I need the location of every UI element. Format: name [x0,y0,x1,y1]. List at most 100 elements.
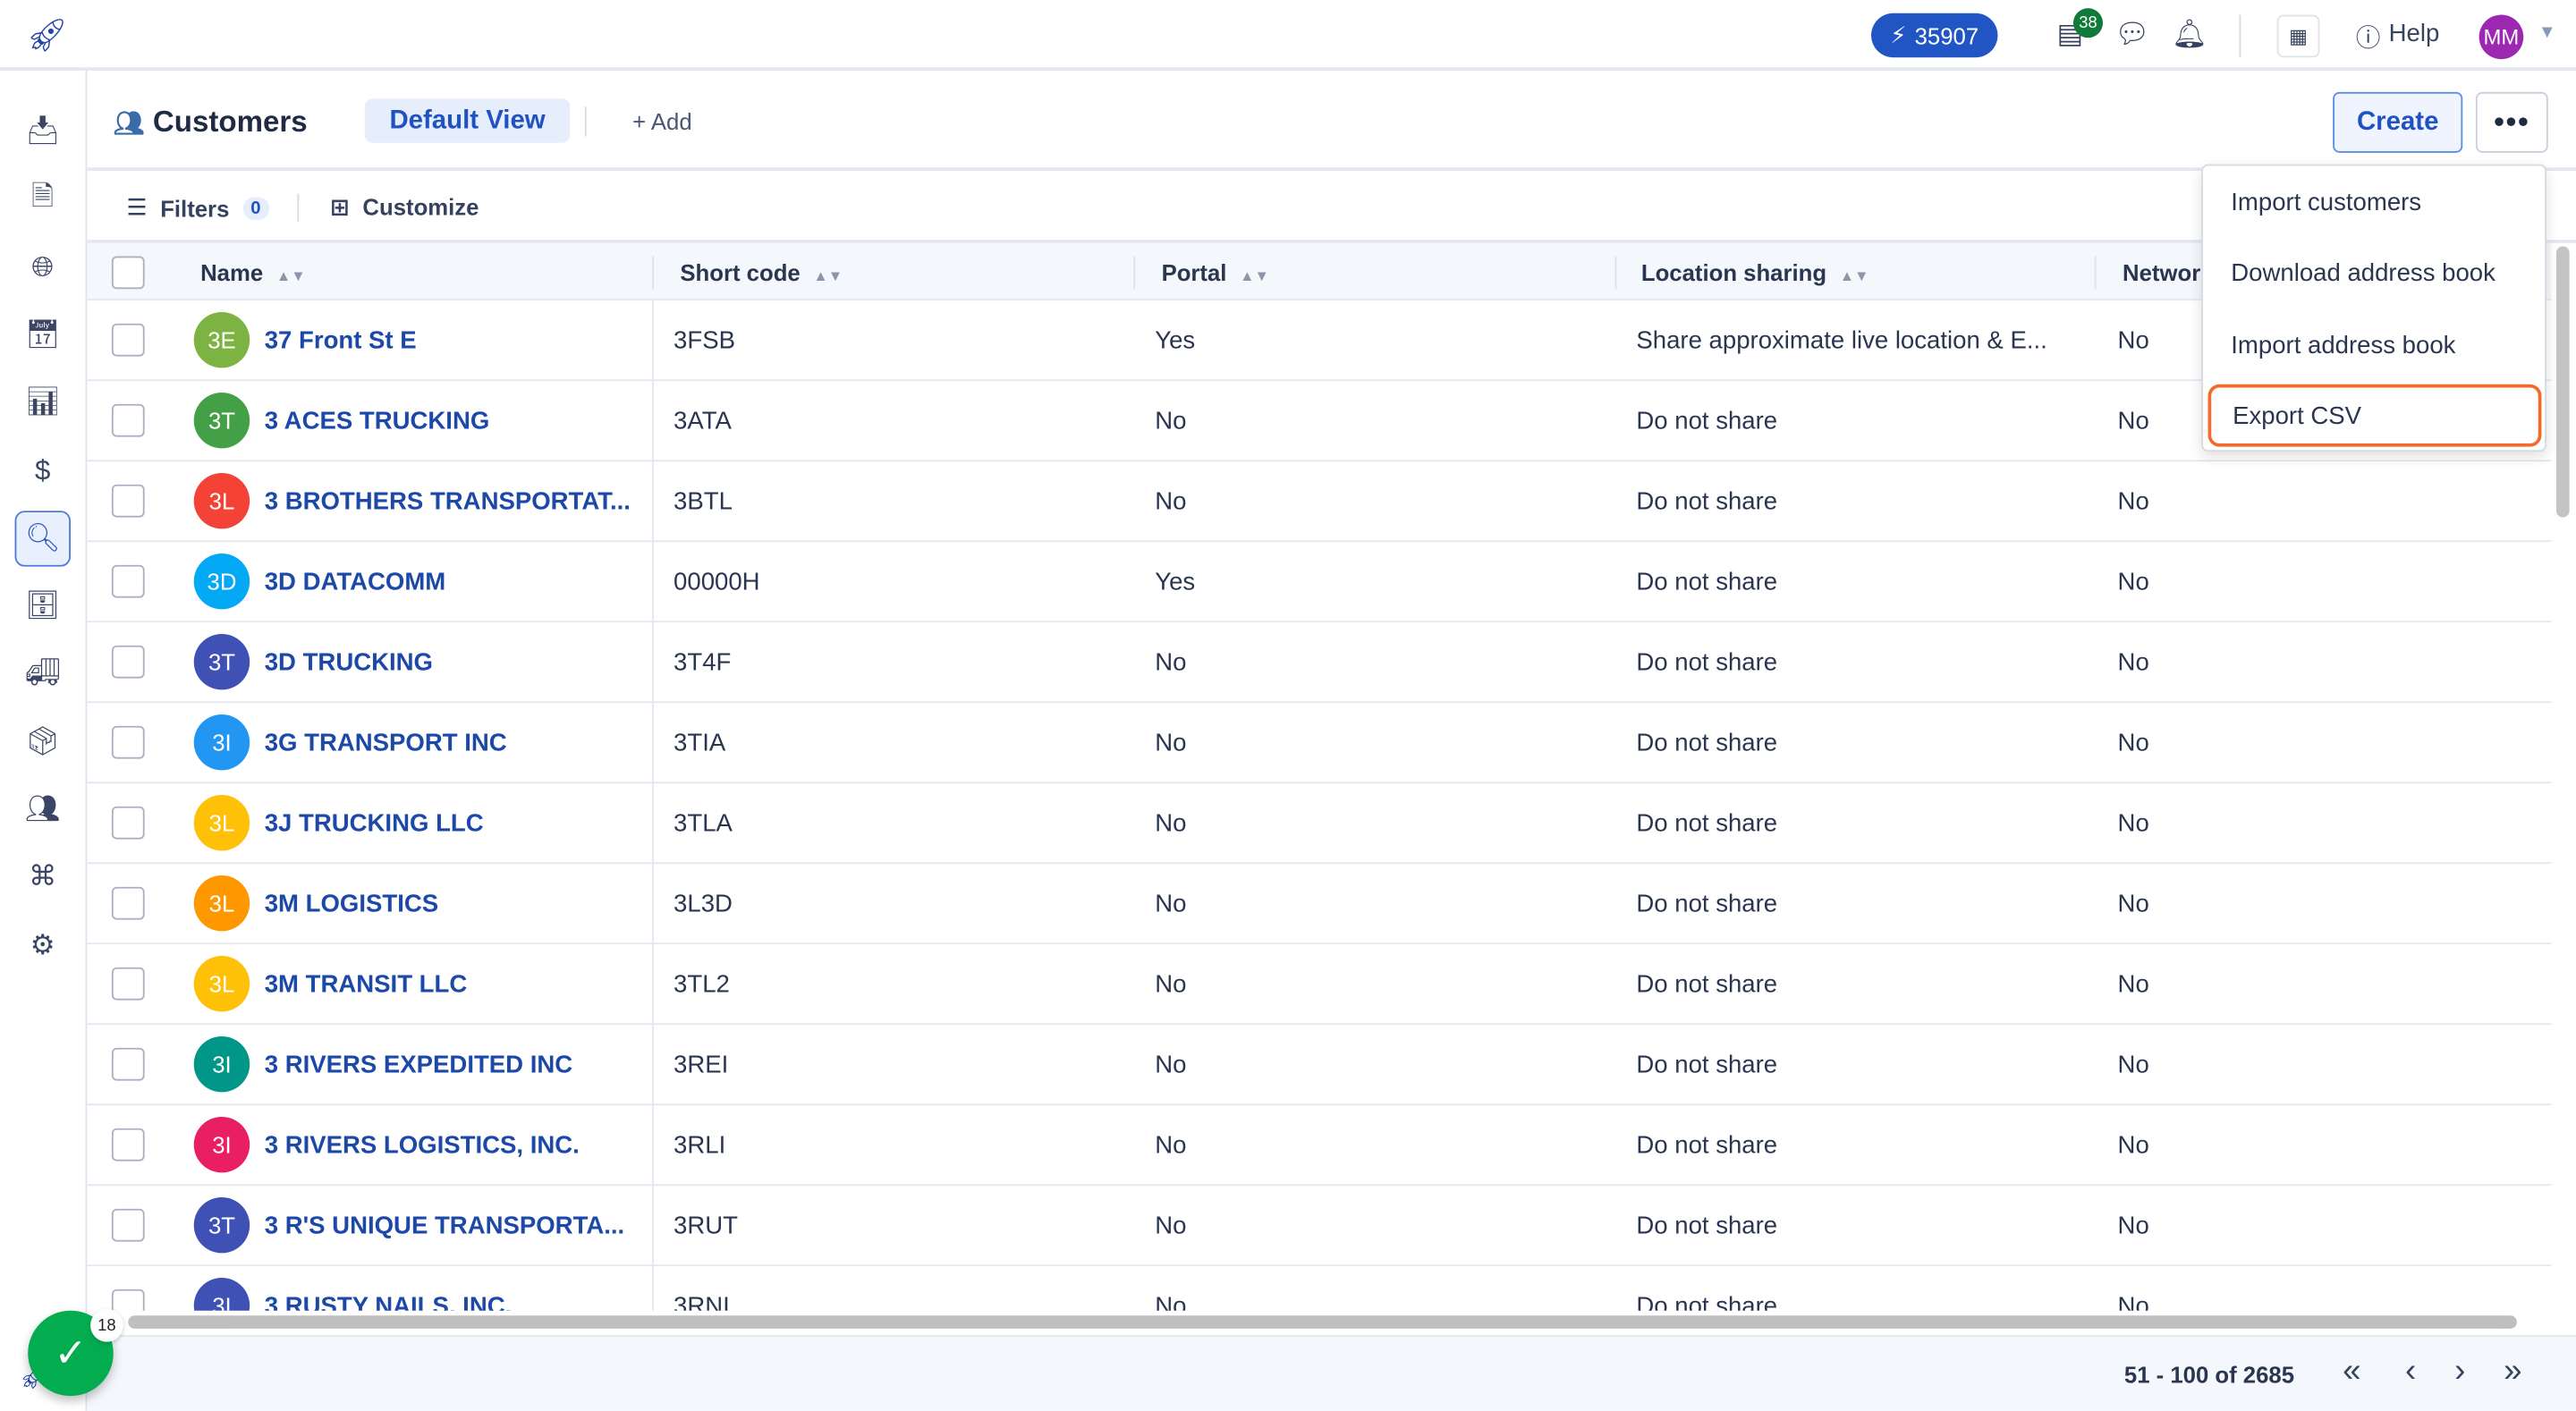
chat-icon[interactable]: 💬︎ [2114,18,2150,51]
sort-icon[interactable]: ▲▼ [813,267,843,283]
chevron-down-icon[interactable]: ▼ [2538,23,2556,43]
document-icon[interactable]: 🗎 [21,178,64,221]
customer-name-link[interactable]: 3 RIVERS EXPEDITED INC [265,1052,572,1079]
row-checkbox[interactable] [111,645,145,679]
customer-name-link[interactable]: 3D TRUCKING [265,649,433,677]
customer-avatar: 3T [193,1196,250,1254]
sidebar: 📥︎ 🗎 🌐︎ 📅︎ 📊︎ $ 🔍︎ 🗄︎ 🚚︎ 📦︎ 👥︎ ⌘ ⚙ [0,70,88,1411]
select-all-checkbox[interactable] [111,256,145,290]
customer-name-link[interactable]: 3 ACES TRUCKING [265,408,490,435]
settings-icon[interactable]: ⚙ [21,924,64,967]
row-checkbox[interactable] [111,1047,145,1081]
points-badge[interactable]: ⚡ 35907 [1871,13,1998,58]
customer-name-link[interactable]: 3J TRUCKING LLC [265,810,484,838]
customer-name-link[interactable]: 3 BROTHERS TRANSPORTAT... [265,488,631,516]
table-row[interactable]: 3E 37 Front St E 3FSB Yes Share approximate … [87,300,2552,382]
customer-name-link[interactable]: 3 R'S UNIQUE TRANSPORTA... [265,1212,625,1240]
network-cell: No [2117,568,2149,596]
column-header-portal[interactable]: Portal ▲▼ [1162,259,1269,285]
people-icon[interactable]: 👥︎ [21,789,64,832]
table-row[interactable]: 3I 3 RIVERS LOGISTICS, INC. 3RLI No Do not s… [87,1105,2552,1187]
last-page-icon[interactable]: » [2504,1353,2521,1390]
sort-icon[interactable]: ▲▼ [1240,267,1269,283]
table-row[interactable]: 3I 3 RUSTY NAILS, INC. 3RNI No Do not share N… [87,1266,2551,1311]
column-divider[interactable] [1614,256,1617,290]
row-checkbox[interactable] [111,564,145,598]
bell-icon[interactable]: 🔔︎ [2172,18,2207,51]
globe-icon[interactable]: 🌐︎ [21,246,64,289]
filters-button[interactable]: ☰ Filters 0 [126,194,269,222]
more-options-button[interactable]: ••• [2475,91,2548,153]
vertical-scrollbar[interactable] [2555,246,2570,518]
column-divider[interactable] [652,256,655,290]
row-checkbox[interactable] [111,967,145,1001]
apps-grid-icon[interactable]: ▦ [2276,14,2320,58]
column-divider[interactable] [2094,256,2097,290]
menu-item-download-address-book[interactable]: Download address book [2231,259,2496,287]
table-row[interactable]: 3I 3G TRANSPORT INC 3TIA No Do not share No [87,703,2552,784]
table-row[interactable]: 3L 3M LOGISTICS 3L3D No Do not share No [87,864,2552,945]
network-icon[interactable]: ⌘ [21,856,64,899]
row-checkbox[interactable] [111,403,145,437]
short-code-cell: 3L3D [674,890,733,918]
column-divider[interactable] [1133,256,1136,290]
customer-name-link[interactable]: 3G TRANSPORT INC [265,730,507,757]
menu-item-import-customers[interactable]: Import customers [2231,189,2421,216]
short-code-cell: 3T4F [674,648,732,677]
first-page-icon[interactable]: « [2343,1353,2360,1390]
customer-name-link[interactable]: 3 RIVERS LOGISTICS, INC. [265,1132,580,1160]
table-body: 3E 37 Front St E 3FSB Yes Share approximate … [87,300,2552,1311]
table-row[interactable]: 3I 3 RIVERS EXPEDITED INC 3REI No Do not sha… [87,1025,2552,1106]
column-header-network[interactable]: Networ [2123,259,2200,285]
chart-icon[interactable]: 📊︎ [21,381,64,424]
table-row[interactable]: 3T 3D TRUCKING 3T4F No Do not share No [87,622,2552,704]
tab-default-view[interactable]: Default View [364,98,571,143]
row-checkbox[interactable] [111,484,145,518]
row-checkbox[interactable] [111,1128,145,1162]
calendar-icon[interactable]: 📅︎ [21,314,64,357]
menu-item-export-csv[interactable]: Export CSV [2207,384,2542,447]
avatar[interactable]: MM [2479,14,2524,60]
sort-icon[interactable]: ▲▼ [276,267,306,283]
customer-avatar: 3L [193,472,250,529]
add-view-button[interactable]: + Add [632,108,691,134]
customer-name-link[interactable]: 3D DATACOMM [265,569,446,596]
column-header-name[interactable]: Name ▲▼ [200,259,305,285]
dollar-icon[interactable]: $ [21,449,64,492]
row-checkbox[interactable] [111,1208,145,1242]
menu-item-import-address-book[interactable]: Import address book [2231,332,2455,359]
column-header-location-sharing[interactable]: Location sharing ▲▼ [1641,259,1869,285]
network-cell: No [2117,1212,2149,1240]
table-row[interactable]: 3D 3D DATACOMM 00000H Yes Do not share No [87,542,2552,623]
rocket-logo-icon[interactable]: 🚀︎ [26,15,68,56]
horizontal-scrollbar[interactable] [128,1315,2517,1329]
column-header-short-code[interactable]: Short code ▲▼ [680,259,843,285]
customer-name-link[interactable]: 37 Front St E [265,327,417,355]
inbox-icon[interactable]: 📥︎ [21,110,64,153]
customers-icon[interactable]: 🔍︎ [14,510,71,567]
table-row[interactable]: 3T 3 ACES TRUCKING 3ATA No Do not share No [87,381,2552,462]
table-row[interactable]: 3L 3M TRANSIT LLC 3TL2 No Do not share No [87,944,2552,1026]
create-button[interactable]: Create [2333,91,2463,153]
truck-icon[interactable]: 🚚︎ [21,653,64,696]
package-icon[interactable]: 📦︎ [21,721,64,764]
help-button[interactable]: ⓘ Help [2356,20,2439,55]
row-checkbox[interactable] [111,806,145,840]
previous-page-icon[interactable]: ‹ [2405,1353,2416,1390]
next-page-icon[interactable]: › [2454,1353,2465,1390]
row-checkbox[interactable] [111,725,145,759]
customer-name-link[interactable]: 3 RUSTY NAILS, INC. [265,1293,513,1311]
customize-button[interactable]: ⊞ Customize [330,194,479,222]
sort-icon[interactable]: ▲▼ [1840,267,1869,283]
row-checkbox[interactable] [111,323,145,357]
dispatch-icon[interactable]: 🗄︎ [21,585,64,628]
column-divider [652,944,655,1026]
customer-name-link[interactable]: 3M TRANSIT LLC [265,971,468,999]
table-row[interactable]: 3T 3 R'S UNIQUE TRANSPORTA... 3RUT No Do not… [87,1186,2552,1267]
row-checkbox[interactable] [111,886,145,920]
portal-cell: No [1155,890,1187,918]
table-row[interactable]: 3L 3 BROTHERS TRANSPORTAT... 3BTL No Do not … [87,461,2552,543]
row-checkbox[interactable] [111,1288,145,1311]
table-row[interactable]: 3L 3J TRUCKING LLC 3TLA No Do not share No [87,783,2552,865]
customer-name-link[interactable]: 3M LOGISTICS [265,891,438,918]
